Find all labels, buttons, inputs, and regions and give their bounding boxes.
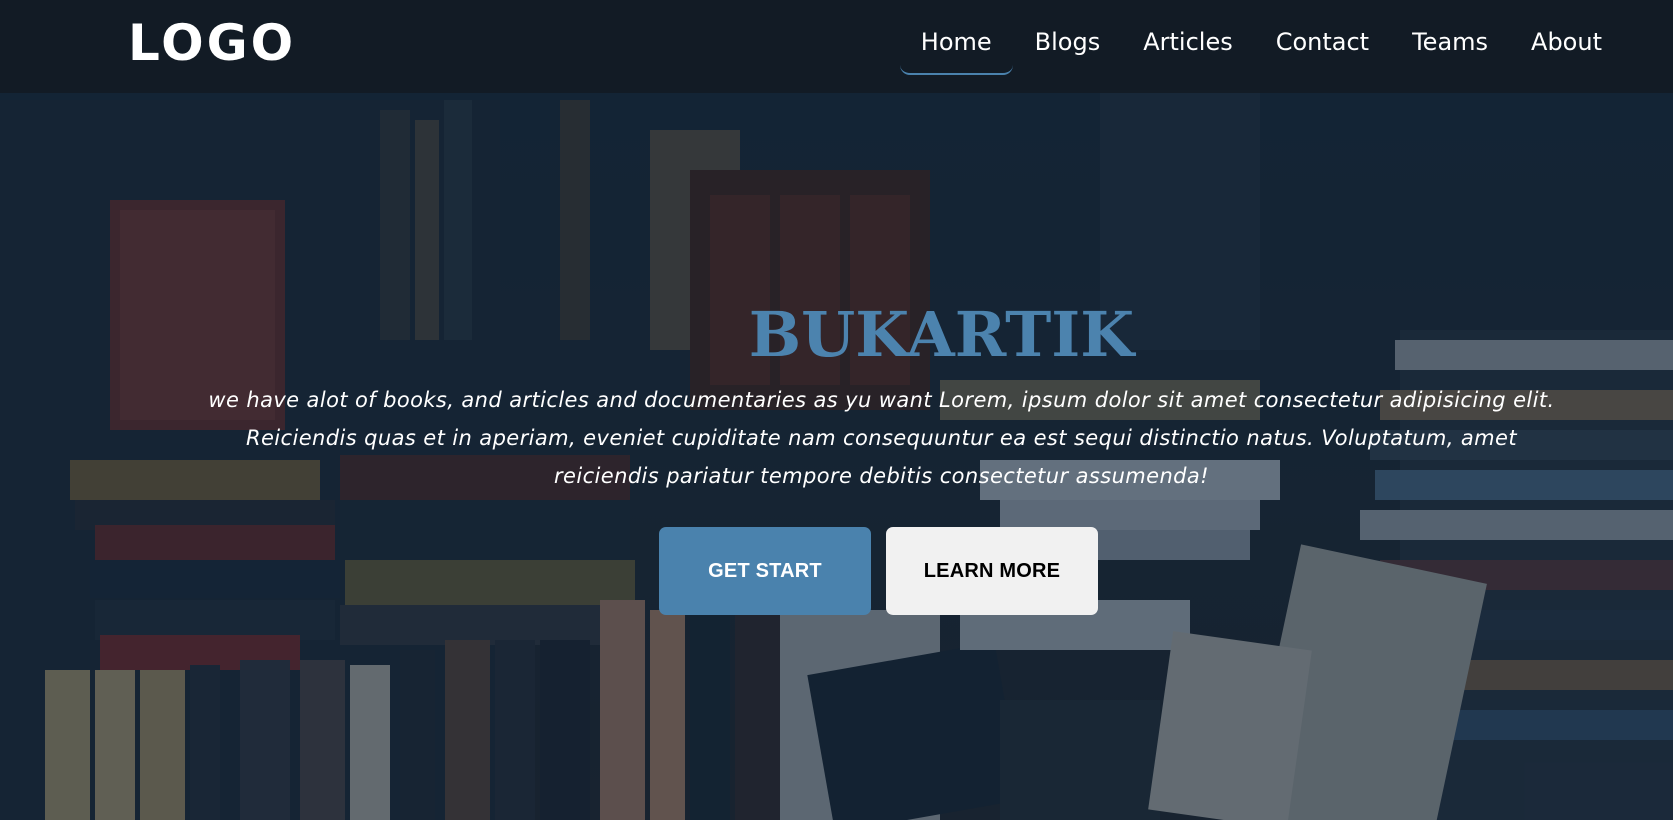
nav-blogs[interactable]: Blogs bbox=[1014, 18, 1122, 75]
nav-teams[interactable]: Teams bbox=[1391, 18, 1509, 75]
navbar: LOGO Home Blogs Articles Contact Teams A… bbox=[0, 0, 1673, 93]
nav-home[interactable]: Home bbox=[899, 18, 1013, 75]
logo[interactable]: LOGO bbox=[128, 12, 296, 74]
hero-title: BUKARTIK bbox=[748, 298, 1135, 371]
main-nav: Home Blogs Articles Contact Teams About bbox=[899, 18, 1623, 75]
hero-buttons: GET START LEARN MORE bbox=[0, 527, 1673, 617]
get-start-button[interactable]: GET START bbox=[659, 527, 871, 615]
hero-description: we have alot of books, and articles and … bbox=[208, 388, 1555, 488]
nav-articles[interactable]: Articles bbox=[1122, 18, 1254, 75]
learn-more-button[interactable]: LEARN MORE bbox=[886, 527, 1098, 615]
hero-content: BUKARTIK we have alot of books, and arti… bbox=[0, 295, 1673, 495]
nav-contact[interactable]: Contact bbox=[1255, 18, 1390, 75]
nav-about[interactable]: About bbox=[1510, 18, 1623, 75]
